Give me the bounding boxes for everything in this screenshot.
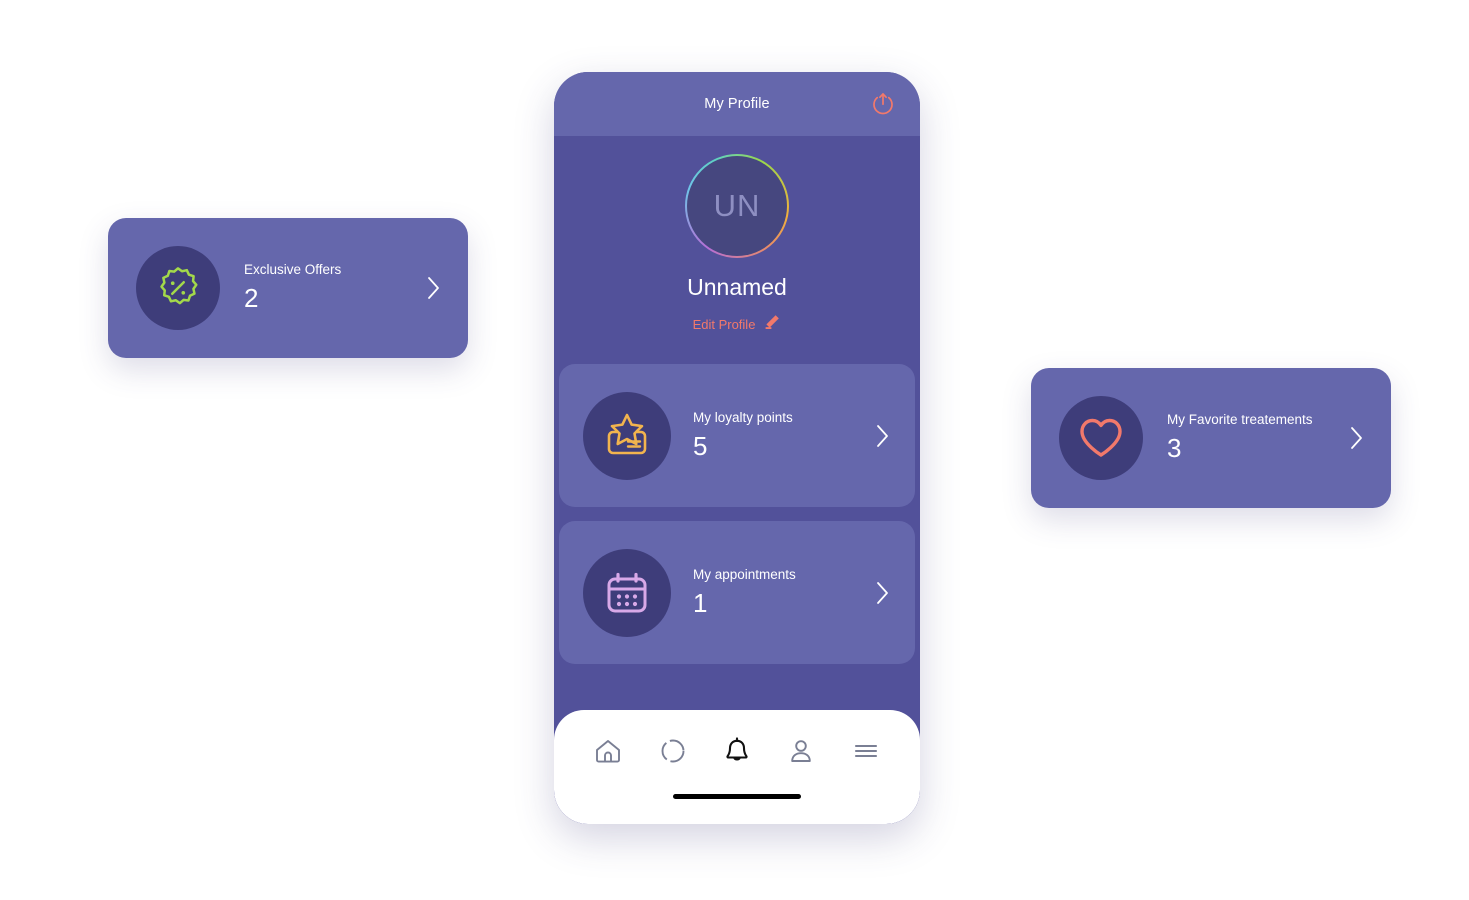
nav-item-menu[interactable] <box>846 731 886 771</box>
calendar-icon-circle <box>583 548 671 637</box>
loyalty-points-card[interactable]: My loyalty points 5 <box>559 364 915 507</box>
person-icon <box>791 740 812 762</box>
bottom-navigation-bar <box>554 710 920 824</box>
nav-item-account[interactable] <box>781 731 821 771</box>
edit-profile-button[interactable]: Edit Profile <box>693 313 782 336</box>
discount-badge-icon <box>160 267 198 305</box>
favorite-treatments-value: 3 <box>1167 433 1182 463</box>
appointments-chevron-right-icon[interactable] <box>875 580 891 606</box>
appointments-texts: My appointments 1 <box>693 567 796 619</box>
avatar-ring: UN <box>685 154 789 258</box>
profile-section: UN Unnamed Edit Profile <box>554 136 920 354</box>
favorite-treatments-label: My Favorite treatements <box>1167 412 1313 427</box>
star-card-icon-circle <box>583 391 671 480</box>
exclusive-offers-chevron-right-icon[interactable] <box>426 275 442 301</box>
appointments-card[interactable]: My appointments 1 <box>559 521 915 664</box>
nav-items <box>554 710 920 792</box>
loyalty-points-value: 5 <box>693 430 708 461</box>
profile-name: Unnamed <box>687 274 787 300</box>
stat-cards-list: My loyalty points 5 My appointments 1 <box>554 354 920 664</box>
appointments-value: 1 <box>693 587 708 618</box>
bell-icon <box>726 737 748 761</box>
app-header: My Profile <box>554 72 920 136</box>
screen-root: Exclusive Offers 2 My Favorite treatemen… <box>0 0 1469 900</box>
phone-mockup: My Profile UN Unnamed Edit Profile My lo… <box>554 72 920 824</box>
dashed-circle-icon <box>661 739 685 763</box>
loyalty-points-chevron-right-icon[interactable] <box>875 423 891 449</box>
pencil-icon <box>763 313 781 336</box>
home-icon <box>596 740 621 763</box>
nav-item-home[interactable] <box>588 731 628 771</box>
appointments-label: My appointments <box>693 566 796 582</box>
favorite-treatments-chevron-right-icon[interactable] <box>1349 425 1365 451</box>
exclusive-offers-value: 2 <box>244 283 259 313</box>
discount-badge-icon-circle <box>136 246 220 330</box>
home-indicator <box>673 794 801 799</box>
exclusive-offers-texts: Exclusive Offers 2 <box>244 262 341 314</box>
heart-icon-circle <box>1059 396 1143 480</box>
nav-item-notifications[interactable] <box>717 731 757 771</box>
page-title: My Profile <box>704 96 770 112</box>
exclusive-offers-card[interactable]: Exclusive Offers 2 <box>108 218 468 358</box>
exclusive-offers-label: Exclusive Offers <box>244 262 342 277</box>
nav-item-discover[interactable] <box>653 731 693 771</box>
star-card-icon <box>607 413 647 454</box>
loyalty-points-texts: My loyalty points 5 <box>693 410 793 462</box>
loyalty-points-label: My loyalty points <box>693 409 793 425</box>
favorite-treatments-texts: My Favorite treatements 3 <box>1167 412 1313 464</box>
edit-profile-label: Edit Profile <box>692 317 756 332</box>
avatar: UN <box>687 156 787 256</box>
calendar-icon <box>607 572 647 612</box>
favorite-treatments-card[interactable]: My Favorite treatements 3 <box>1031 368 1391 508</box>
power-logout-icon[interactable] <box>868 89 898 119</box>
hamburger-menu-icon <box>854 744 877 758</box>
heart-icon <box>1080 418 1122 457</box>
